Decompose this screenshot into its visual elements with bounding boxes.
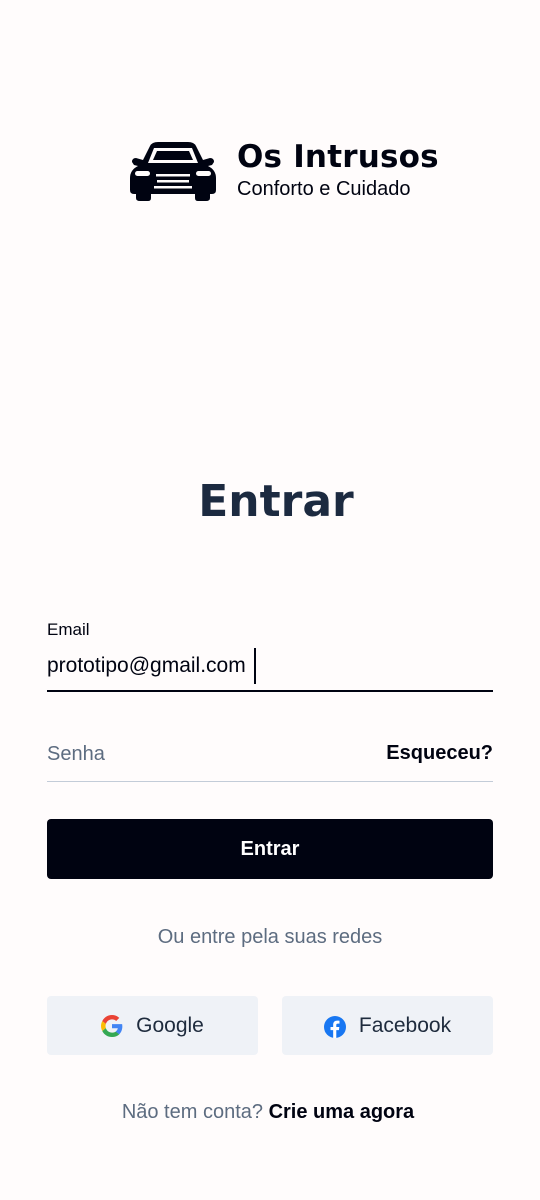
signup-prompt: Não tem conta? Crie uma agora xyxy=(0,1101,536,1124)
password-input[interactable] xyxy=(47,739,367,769)
email-field[interactable]: Email prototipo@gmail.com xyxy=(47,618,493,692)
social-login-caption: Ou entre pela suas redes xyxy=(157,926,383,948)
signup-link[interactable]: Crie uma agora xyxy=(269,1101,415,1123)
google-icon xyxy=(101,1014,123,1037)
google-login-button[interactable]: Google xyxy=(47,996,258,1055)
brand-name: Os Intrusos xyxy=(237,139,439,175)
facebook-icon xyxy=(323,1015,346,1038)
login-button[interactable]: Entrar xyxy=(47,819,493,879)
brand-text: Os Intrusos Conforto e Cuidado xyxy=(237,138,439,202)
brand-tagline: Conforto e Cuidado xyxy=(237,178,411,200)
forgot-password-link[interactable]: Esqueceu? xyxy=(386,742,493,765)
google-label: Google xyxy=(136,1013,204,1037)
signup-question: Não tem conta? xyxy=(121,1101,264,1123)
password-field: Esqueceu? xyxy=(47,734,493,782)
email-input[interactable]: prototipo@gmail.com xyxy=(47,648,256,684)
email-label: Email xyxy=(47,620,90,639)
facebook-login-button[interactable]: Facebook xyxy=(282,996,493,1055)
text-caret xyxy=(253,648,256,684)
car-icon xyxy=(130,142,216,201)
facebook-label: Facebook xyxy=(358,1013,452,1037)
brand-logo: Os Intrusos Conforto e Cuidado xyxy=(130,138,439,202)
email-value: prototipo@gmail.com xyxy=(47,654,246,677)
page-title: Entrar xyxy=(198,476,354,527)
